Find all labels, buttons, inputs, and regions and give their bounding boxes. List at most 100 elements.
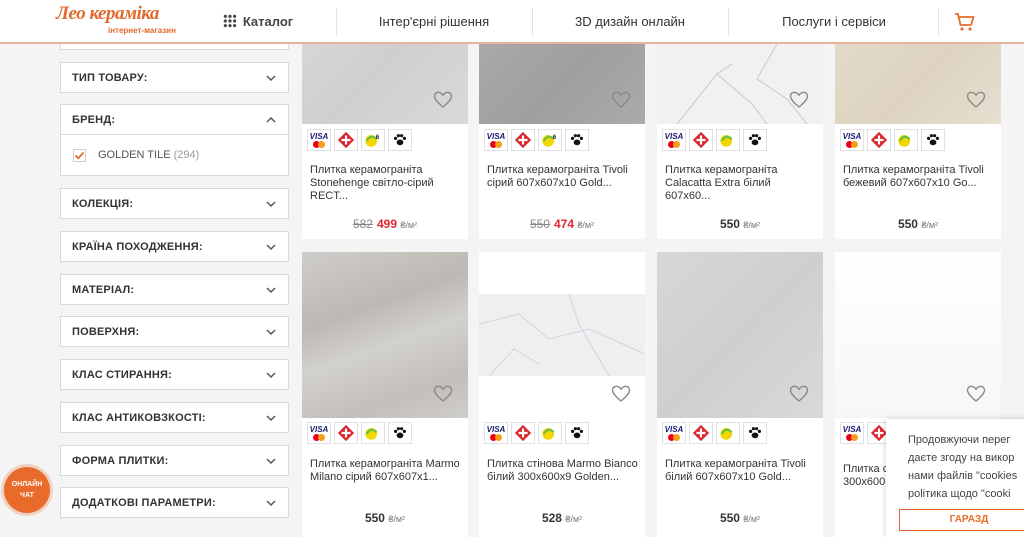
- paw-icon: [565, 129, 589, 151]
- nova-poshta-icon: [334, 422, 358, 444]
- visa-mastercard-icon: VISA: [840, 129, 864, 151]
- product-title[interactable]: Плитка керамограніта Tivoli сірий 607x60…: [487, 164, 639, 190]
- installments-icon: [361, 422, 385, 444]
- current-price: 550: [897, 217, 918, 231]
- visa-mastercard-icon: VISA: [662, 129, 686, 151]
- filter-label: ПОВЕРХНЯ:: [72, 326, 140, 338]
- filter-product-type[interactable]: ТИП ТОВАРУ:: [60, 62, 289, 93]
- logo[interactable]: Лео кераміка інтернет-магазин: [56, 2, 176, 40]
- product-card[interactable]: VISA Плитка стінова Marmo Bianco білий 3…: [479, 252, 645, 537]
- product-title[interactable]: Плитка керамограніта Tivoli бежевий 607x…: [843, 164, 995, 190]
- chevron-down-icon: [266, 500, 276, 507]
- heart-icon[interactable]: [433, 91, 453, 109]
- product-image[interactable]: [835, 44, 1001, 124]
- brand-count: (294): [173, 149, 200, 161]
- current-price: 550: [364, 511, 385, 525]
- visa-mastercard-icon: VISA: [840, 422, 864, 444]
- price-unit: ₴/м²: [743, 220, 761, 230]
- filter-surface[interactable]: ПОВЕРХНЯ:: [60, 316, 289, 347]
- filter-label: ТИП ТОВАРУ:: [72, 72, 148, 84]
- filter-label: ФОРМА ПЛИТКИ:: [72, 455, 169, 467]
- product-title[interactable]: Плитка керамограніта Tivoli білий 607x60…: [665, 458, 817, 484]
- chevron-down-icon: [266, 75, 276, 82]
- nav-interior-label: Інтер'єрні рішення: [378, 13, 490, 29]
- current-price: 550: [719, 511, 740, 525]
- product-card[interactable]: VISA Плитка керамограніта Calacatta Extr…: [657, 44, 823, 239]
- filter-additional-params[interactable]: ДОДАТКОВІ ПАРАМЕТРИ:: [60, 487, 289, 518]
- paw-icon: [565, 422, 589, 444]
- product-title[interactable]: Плитка стінова Marmo Bianco білий 300x60…: [487, 458, 639, 484]
- nav-3d-design[interactable]: 3D дизайн онлайн: [536, 0, 724, 42]
- heart-icon[interactable]: [611, 385, 631, 403]
- visa-label: VISA: [486, 424, 506, 434]
- brand-option-label[interactable]: GOLDEN TILE (294): [98, 149, 199, 161]
- product-image[interactable]: [479, 44, 645, 124]
- product-card[interactable]: VISA Плитка керамограніта Tivoli білий 6…: [657, 252, 823, 537]
- grid-icon: [222, 14, 237, 28]
- product-title[interactable]: Плитка керамограніта Stonehenge світло-с…: [310, 164, 462, 203]
- chevron-down-icon: [266, 201, 276, 208]
- product-price: 550 ₴/м²: [302, 511, 468, 525]
- product-image[interactable]: [302, 44, 468, 124]
- filter-tile-shape[interactable]: ФОРМА ПЛИТКИ:: [60, 445, 289, 476]
- installments-icon: [894, 129, 918, 151]
- nav-3d-design-label: 3D дизайн онлайн: [575, 13, 685, 29]
- online-chat-button[interactable]: ОНЛАЙН ЧАТ: [4, 467, 50, 513]
- product-card[interactable]: VISA Плитка керамограніта Tivoli бежевий…: [835, 44, 1001, 239]
- cookie-accept-button[interactable]: ГАРАЗД: [899, 509, 1024, 531]
- filter-abrasion-class[interactable]: КЛАС СТИРАННЯ:: [60, 359, 289, 390]
- chevron-down-icon: [266, 458, 276, 465]
- installments-icon: 6: [361, 129, 385, 151]
- filter-label: ДОДАТКОВІ ПАРАМЕТРИ:: [72, 497, 216, 509]
- chevron-down-icon: [266, 244, 276, 251]
- nav-catalog[interactable]: Каталог: [208, 0, 308, 42]
- nova-poshta-icon: [511, 129, 535, 151]
- heart-icon[interactable]: [789, 385, 809, 403]
- paw-icon: [743, 422, 767, 444]
- product-title[interactable]: Плитка керамограніта Calacatta Extra біл…: [665, 164, 817, 203]
- filter-anti-slip-class[interactable]: КЛАС АНТИКОВЗКОСТІ:: [60, 402, 289, 433]
- current-price: 550: [719, 217, 740, 231]
- heart-icon[interactable]: [433, 385, 453, 403]
- filter-brand[interactable]: БРЕНД:: [60, 104, 289, 135]
- nova-poshta-icon: [511, 422, 535, 444]
- nav-divider: [532, 8, 533, 36]
- chevron-down-icon: [266, 287, 276, 294]
- heart-icon[interactable]: [966, 91, 986, 109]
- paw-icon: [388, 129, 412, 151]
- brand-checkbox[interactable]: [73, 149, 86, 162]
- paw-icon: [743, 129, 767, 151]
- cart-icon[interactable]: [954, 12, 976, 32]
- logo-subtitle: інтернет-магазин: [108, 26, 176, 35]
- paw-icon: [388, 422, 412, 444]
- payment-badges: VISA: [840, 422, 891, 444]
- installments-icon: [538, 422, 562, 444]
- product-card[interactable]: VISA 6 Плитка керамограніта Stonehenge с…: [302, 44, 468, 239]
- heart-icon[interactable]: [611, 91, 631, 109]
- filter-label: КЛАС АНТИКОВЗКОСТІ:: [72, 412, 206, 424]
- nav-divider: [938, 8, 939, 36]
- product-card[interactable]: VISA Плитка керамограніта Marmo Milano с…: [302, 252, 468, 537]
- visa-mastercard-icon: VISA: [307, 422, 331, 444]
- heart-icon[interactable]: [966, 385, 986, 403]
- nav-divider: [728, 8, 729, 36]
- nav-interior[interactable]: Інтер'єрні рішення: [340, 0, 528, 42]
- filter-collection[interactable]: КОЛЕКЦІЯ:: [60, 188, 289, 219]
- product-price: 528 ₴/м²: [479, 511, 645, 525]
- filter-material[interactable]: МАТЕРІАЛ:: [60, 274, 289, 305]
- filter-country[interactable]: КРАЇНА ПОХОДЖЕННЯ:: [60, 231, 289, 262]
- payment-badges: VISA: [662, 129, 767, 151]
- nova-poshta-icon: [334, 129, 358, 151]
- heart-icon[interactable]: [789, 91, 809, 109]
- filter-label: БРЕНД:: [72, 114, 116, 126]
- nova-poshta-icon: [689, 422, 713, 444]
- filter-label: КЛАС СТИРАННЯ:: [72, 369, 172, 381]
- price-unit: ₴/м²: [565, 514, 583, 524]
- visa-label: VISA: [664, 131, 684, 141]
- product-image[interactable]: [657, 44, 823, 124]
- product-card[interactable]: VISA 6 Плитка керамограніта Tivoli сірий…: [479, 44, 645, 239]
- product-title[interactable]: Плитка керамограніта Marmo Milano сірий …: [310, 458, 462, 484]
- nova-poshta-icon: [689, 129, 713, 151]
- nav-services[interactable]: Послуги і сервіси: [732, 0, 936, 42]
- payment-badges: VISA 6: [484, 129, 589, 151]
